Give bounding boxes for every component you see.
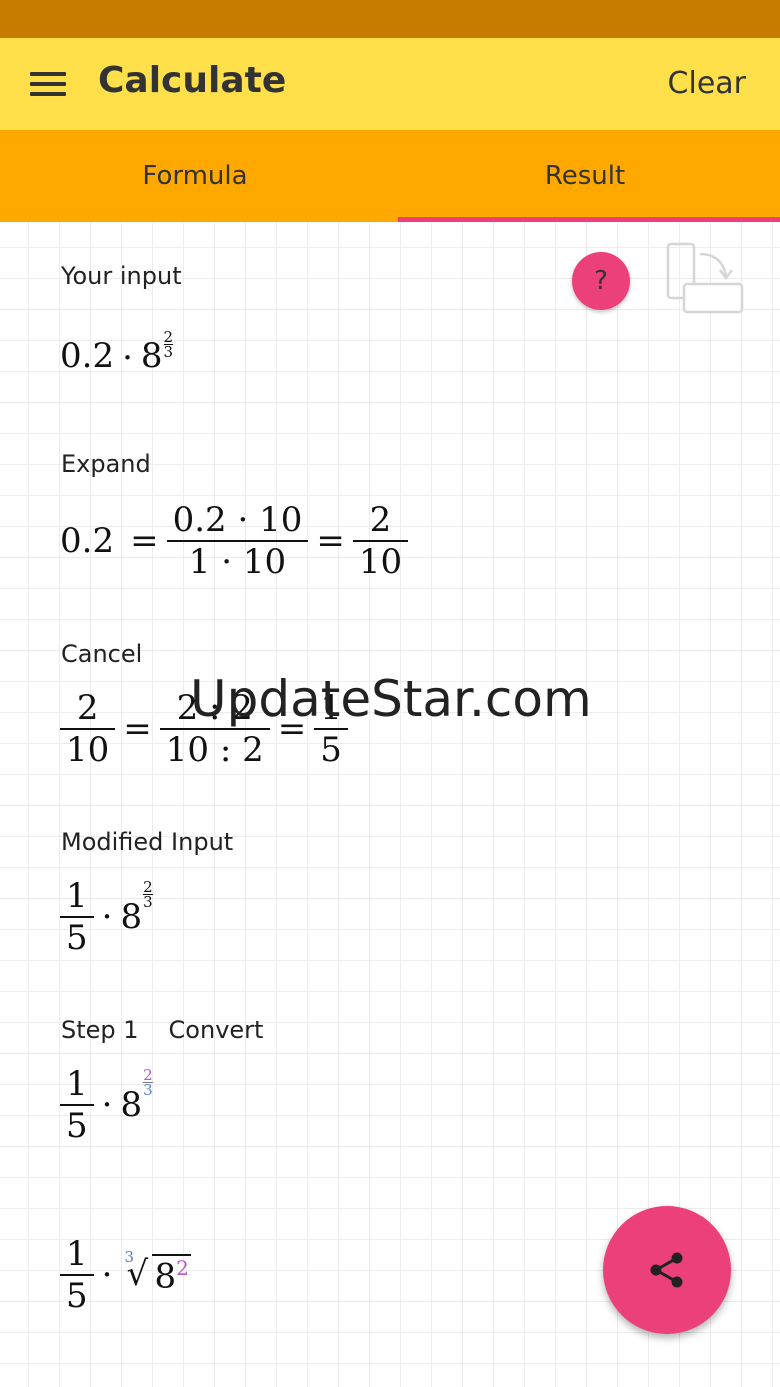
power: 2	[176, 1255, 189, 1280]
step1-fraction: 15	[60, 1064, 94, 1146]
equals-sign: =	[316, 521, 345, 561]
radicand: 8	[154, 1256, 177, 1297]
cancel-fraction-1: 2 10	[60, 688, 116, 770]
modified-fraction: 15	[60, 876, 94, 958]
exponent-fraction: 23	[143, 878, 153, 911]
expand-fraction-1: 0.2 · 10 1 · 10	[166, 500, 309, 582]
equals-sign: =	[123, 709, 152, 749]
status-bar	[0, 0, 780, 38]
expand-expression: 0.2 = 0.2 · 10 1 · 10 = 2 10	[60, 500, 409, 582]
step-number: Step 1	[61, 1016, 139, 1044]
help-icon: ?	[594, 266, 608, 296]
your-input-label: Your input	[61, 262, 182, 290]
modified-input-expression: 1 5 · 8 2 3	[60, 876, 153, 958]
base: 8	[120, 1085, 143, 1125]
share-button[interactable]	[603, 1206, 731, 1334]
coefficient: 0.2	[60, 336, 115, 376]
step1-label: Step 1 Convert	[61, 1016, 263, 1044]
modified-input-label: Modified Input	[61, 828, 234, 856]
base: 8	[140, 336, 163, 376]
step1-expression: 1 5 · 8 2 3	[60, 1064, 153, 1146]
dot-operator: ·	[122, 338, 133, 378]
expand-fraction-2: 2 10	[352, 500, 409, 582]
result-content[interactable]: ? Your input 0.2 · 8 2 3 Expand 0.2 = 0.2 · 10…	[0, 222, 780, 1387]
exponent-fraction: 23	[143, 1066, 153, 1099]
radical-sign: √	[126, 1253, 149, 1294]
equals-sign: =	[130, 521, 159, 561]
step-action: Convert	[168, 1016, 264, 1044]
dot-operator: ·	[101, 897, 113, 937]
base: 8	[120, 897, 143, 937]
your-input-expression: 0.2 · 8 2 3	[60, 330, 174, 378]
lhs-value: 0.2	[60, 521, 115, 561]
cancel-label: Cancel	[61, 640, 143, 668]
result-fraction: 15	[60, 1234, 94, 1316]
step1-result-expression: 1 5 · 3 √ 82	[60, 1234, 191, 1316]
exponent-fraction: 23	[163, 328, 174, 361]
clear-button[interactable]: Clear	[668, 66, 746, 101]
app-title: Calculate	[98, 60, 287, 101]
share-icon	[650, 1252, 683, 1288]
help-button[interactable]: ?	[572, 252, 630, 310]
radical: 3 √ 82	[120, 1248, 191, 1297]
watermark: UpdateStar.com	[190, 670, 592, 728]
app-bar: Calculate Clear	[0, 38, 780, 130]
expand-label: Expand	[61, 450, 151, 478]
menu-icon[interactable]	[30, 70, 66, 98]
dot-operator: ·	[101, 1255, 113, 1295]
dot-operator: ·	[101, 1085, 113, 1125]
tab-bar: Formula Result	[0, 130, 780, 222]
tab-result[interactable]: Result	[390, 130, 780, 222]
tab-formula[interactable]: Formula	[0, 130, 390, 222]
rotate-screen-icon[interactable]	[664, 242, 744, 318]
